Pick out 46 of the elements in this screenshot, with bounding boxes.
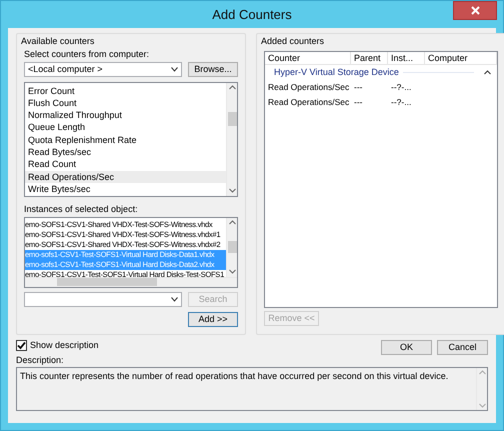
table-cell-text: --- xyxy=(353,96,364,108)
scrollbar[interactable] xyxy=(226,82,237,196)
column-header[interactable]: Computer xyxy=(425,52,497,64)
caret-icon xyxy=(171,67,178,72)
checkbox-label[interactable]: Show description xyxy=(30,340,99,350)
browse-button[interactable]: Browse... xyxy=(188,62,238,78)
table-cell-text: Read Operations/Sec xyxy=(267,96,350,108)
close-icon xyxy=(470,6,480,15)
column-header[interactable]: Parent xyxy=(351,52,388,64)
computer-dropdown[interactable]: <Local computer > xyxy=(24,62,182,78)
group-legend: Available counters xyxy=(21,36,238,47)
counter-item[interactable]: Normalized Throughput xyxy=(25,109,226,122)
scrollbar[interactable] xyxy=(226,218,237,277)
counter-item[interactable]: Write Bytes/sec xyxy=(25,183,226,196)
scroll-thumb[interactable] xyxy=(228,241,236,254)
table-cell-text: --- xyxy=(353,82,364,93)
counter-item[interactable]: Read Operations/Sec xyxy=(25,170,226,184)
counter-item[interactable]: Error Count xyxy=(25,84,226,98)
table-cell-text: Read Operations/Sec xyxy=(267,82,350,93)
counter-item[interactable]: Queue Length xyxy=(25,122,226,134)
table-cell-text: --?-... xyxy=(390,82,412,93)
counter-item[interactable]: Quota Replenishment Rate xyxy=(25,134,226,146)
search-dropdown[interactable] xyxy=(24,292,182,308)
horizontal-scrollbar[interactable] xyxy=(25,276,237,287)
caret-icon xyxy=(171,297,178,302)
column-header[interactable]: Counter xyxy=(265,52,351,64)
table-cell-text: --?-... xyxy=(390,96,412,108)
group-legend: Added counters xyxy=(261,36,500,47)
column-header[interactable]: Inst... xyxy=(388,52,425,64)
field-label: Select counters from computer: xyxy=(24,49,150,60)
scroll-thumb[interactable] xyxy=(228,112,236,126)
group-header[interactable]: Hyper-V Virtual Storage Device xyxy=(274,66,399,78)
cancel-button[interactable]: Cancel xyxy=(437,340,488,356)
description-text: This counter represents the number of read operations that have occurred per second on this virtual device. xyxy=(19,370,450,384)
counter-item[interactable]: Read Count xyxy=(25,158,226,171)
window-title: Add Counters xyxy=(212,6,292,22)
collapse-chevron-icon[interactable] xyxy=(484,70,491,75)
close-button[interactable] xyxy=(453,1,497,20)
add-button[interactable]: Add >> xyxy=(188,312,238,327)
counter-item[interactable]: Read Bytes/sec xyxy=(25,146,226,159)
checkbox[interactable] xyxy=(16,340,27,350)
field-label: Description: xyxy=(16,355,65,366)
field-label: Instances of selected object: xyxy=(24,204,139,214)
ok-button[interactable]: OK xyxy=(381,340,432,356)
scroll-thumb[interactable] xyxy=(57,278,157,286)
counter-item[interactable]: Flush Count xyxy=(25,97,226,110)
